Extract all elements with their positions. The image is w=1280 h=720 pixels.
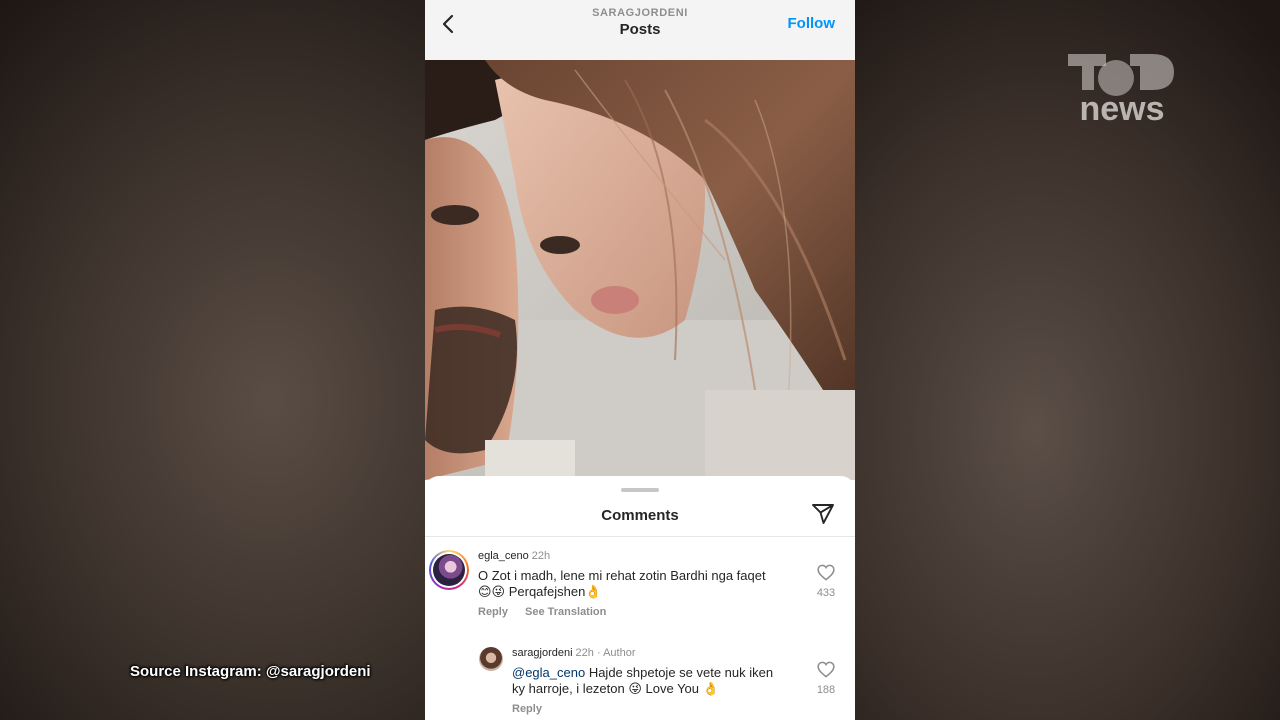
follow-button[interactable]: Follow [788, 15, 836, 32]
heart-icon[interactable] [817, 661, 835, 678]
comment-text-line: O Zot i madh, lene mi rehat zotin Bardhi… [478, 568, 766, 583]
comment-text: @egla_ceno Hajde shpetoje se vete nuk ik… [512, 665, 802, 697]
comment-text: O Zot i madh, lene mi rehat zotin Bardhi… [478, 568, 808, 600]
comment-username[interactable]: saragjordeni [512, 647, 573, 659]
reply-button[interactable]: Reply [478, 606, 508, 618]
comment-text-line: 😊😜 Perqafejshen👌 [478, 584, 602, 599]
post-photo[interactable] [425, 60, 855, 480]
top-navigation-bar: SARAGJORDENI Posts Follow [425, 0, 855, 60]
avatar[interactable] [429, 550, 469, 590]
comment-text-line: ky harroje, i lezeton 😜 Love You 👌 [512, 681, 719, 696]
avatar[interactable] [479, 647, 503, 671]
like-control: 188 [811, 661, 841, 696]
instagram-screen: SARAGJORDENI Posts Follow Comments egla_… [425, 0, 855, 720]
comments-sheet: Comments egla_ceno 22h O Zot i madh, lene… [425, 476, 855, 720]
see-translation-button[interactable]: See Translation [525, 606, 606, 618]
divider [425, 536, 855, 537]
like-control: 433 [811, 564, 841, 599]
heart-icon[interactable] [817, 564, 835, 581]
sheet-drag-handle[interactable] [621, 488, 659, 492]
reply-button[interactable]: Reply [512, 703, 542, 715]
post-photo-image [425, 60, 855, 480]
comment-text-line: Hajde shpetoje se vete nuk iken [585, 665, 774, 680]
comment-time: 22h [531, 550, 551, 562]
mention-link[interactable]: @egla_ceno [512, 665, 585, 680]
comment-username[interactable]: egla_ceno [478, 550, 529, 562]
author-badge: · Author [596, 647, 636, 659]
logo-text: news [1079, 90, 1164, 126]
source-caption: Source Instagram: @saragjordeni [130, 663, 371, 680]
share-send-icon[interactable] [811, 502, 835, 526]
channel-logo: news [1068, 54, 1174, 126]
comments-title: Comments [601, 507, 679, 524]
like-count: 188 [816, 684, 836, 696]
comment-time: 22h [575, 647, 594, 659]
like-count: 433 [816, 587, 836, 599]
